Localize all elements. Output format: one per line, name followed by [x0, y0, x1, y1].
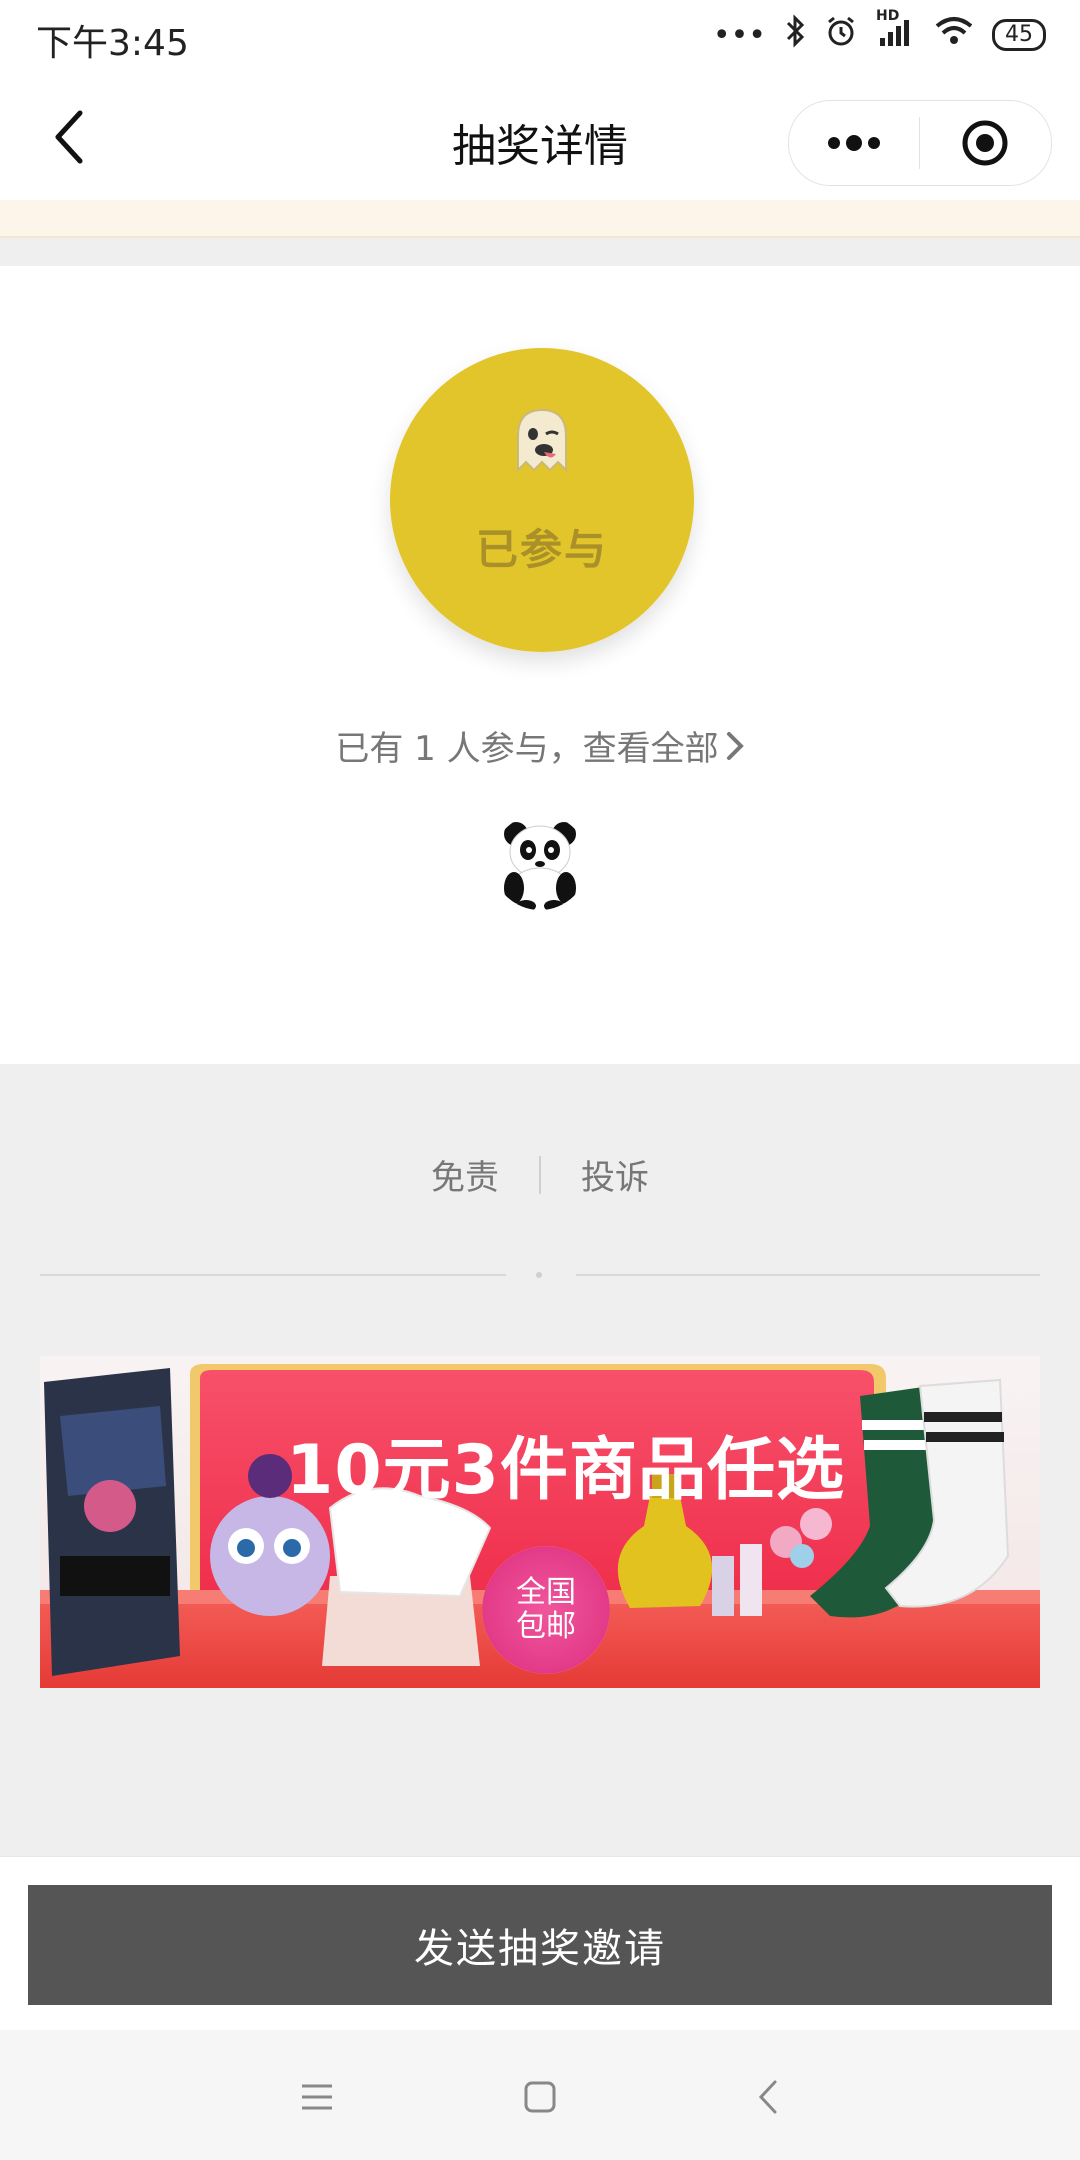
free-shipping-badge: 全国包邮	[482, 1546, 610, 1674]
footer-divider	[539, 1155, 541, 1194]
more-dots-icon	[828, 135, 880, 151]
promo-banner[interactable]: 10元3件商品任选 全国包邮	[40, 1356, 1040, 1688]
send-invite-button[interactable]: 发送抽奖邀请	[28, 1885, 1052, 2005]
free-shipping-text: 全国包邮	[516, 1575, 576, 1644]
chevron-right-icon	[726, 731, 744, 760]
panda-avatar-icon	[504, 822, 576, 910]
view-participants-link[interactable]: 已有 1 人参与，查看全部	[0, 721, 1080, 770]
signal-icon: HD	[876, 8, 916, 56]
alarm-icon	[824, 14, 858, 56]
joined-label: 已参与	[475, 525, 608, 574]
chevron-left-icon	[758, 2080, 777, 2114]
battery-indicator: 45	[992, 19, 1046, 51]
more-notifications-icon: •••	[712, 17, 766, 53]
joined-button[interactable]: 已参与	[390, 348, 694, 652]
participant-avatar[interactable]	[492, 814, 588, 910]
participants-text: 已有 1 人参与，查看全部	[335, 729, 719, 769]
network-type: HD	[876, 8, 900, 24]
status-bar: 下午3:45 ••• HD 45	[0, 0, 1080, 78]
bluetooth-icon	[784, 14, 806, 56]
ghost-emoji-icon	[517, 408, 567, 473]
banner-headline: 10元3件商品任选	[286, 1431, 845, 1510]
notice-bar	[0, 200, 1080, 238]
separator-line-left	[40, 1274, 506, 1276]
home-button[interactable]	[505, 2062, 575, 2132]
status-icons: ••• HD 45	[712, 8, 1046, 56]
close-button[interactable]	[920, 101, 1050, 185]
separator-dot	[536, 1272, 542, 1278]
menu-lines-icon	[302, 2084, 332, 2110]
target-circle-icon	[962, 120, 1008, 166]
home-square-icon	[524, 2081, 556, 2113]
status-time: 下午3:45	[36, 23, 189, 64]
disclaimer-link[interactable]: 免责	[431, 1150, 499, 1199]
bottom-action-bar: 发送抽奖邀请	[0, 1856, 1080, 2031]
system-nav-bar	[0, 2030, 1080, 2160]
separator-line-right	[576, 1274, 1040, 1276]
recents-button[interactable]	[282, 2062, 352, 2132]
mini-program-capsule	[788, 100, 1052, 186]
lottery-card: 已参与 已有 1 人参与，查看全部	[0, 266, 1080, 1064]
more-button[interactable]	[789, 101, 919, 185]
wifi-icon	[934, 15, 974, 55]
complaint-link[interactable]: 投诉	[581, 1150, 649, 1199]
footer-links: 免责 投诉	[0, 1150, 1080, 1199]
system-back-button[interactable]	[733, 2062, 803, 2132]
nav-bar: 抽奖详情	[0, 78, 1080, 201]
